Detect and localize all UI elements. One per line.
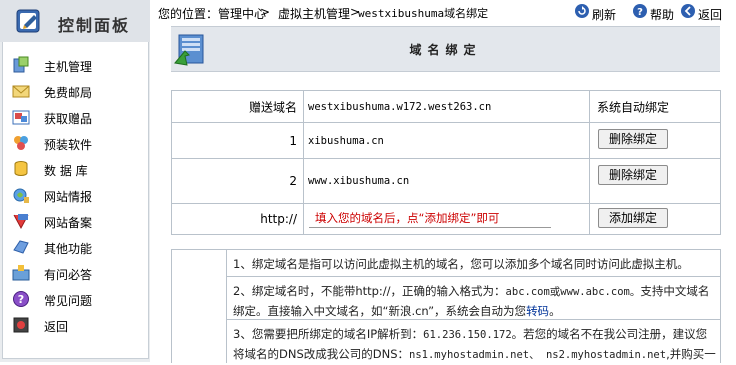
binding-table: 赠送域名 westxibushuma.w172.west263.cn 系统自动绑… xyxy=(171,90,721,235)
help-icon: ? xyxy=(633,4,647,18)
report-icon xyxy=(13,188,29,203)
delete-binding-button[interactable]: 删除绑定 xyxy=(598,129,669,149)
note-1: 1、绑定域名是指可以访问此虚拟主机的域名，您可以添加多个域名同时访问此虚拟主机。 xyxy=(227,250,720,277)
back-label: 返回 xyxy=(698,8,723,22)
gift-domain-value: westxibushuma.w172.west263.cn xyxy=(308,100,492,113)
sidebar-item-label: 网站情报 xyxy=(44,190,93,204)
http-prefix: http:// xyxy=(260,212,297,226)
sidebar-menu: 主机管理 免费邮局 获取赠品 预装软件 数 据 库 网站情报 网站备案 其他功能… xyxy=(2,42,149,359)
sidebar-item-other-functions[interactable]: 其他功能 xyxy=(3,233,148,259)
software-icon xyxy=(14,136,28,150)
refresh-icon xyxy=(575,4,589,18)
gift-domain-status: 系统自动绑定 xyxy=(597,100,670,114)
note-ip: 61.236.150.172 xyxy=(423,329,512,341)
qa-icon xyxy=(12,265,30,281)
server-icon xyxy=(13,56,29,73)
note-example: abc.com或www.abc.com。 xyxy=(505,286,641,298)
help-label: 帮助 xyxy=(650,8,675,22)
note-text: 1、绑定域名是指可以访问此虚拟主机的域名，您可以添加多个域名同时访问此虚拟主机。 xyxy=(233,257,689,271)
note-text: 3、您需要把所绑定的域名IP解析到： xyxy=(233,327,424,341)
sidebar-item-host-management[interactable]: 主机管理 xyxy=(3,51,148,77)
note-2: 2、绑定域名时，不能带http://，正确的输入格式为：abc.com或www.… xyxy=(227,278,720,320)
table-row: 赠送域名 westxibushuma.w172.west263.cn 系统自动绑… xyxy=(172,91,720,123)
sidebar-item-label: 其他功能 xyxy=(44,242,93,256)
breadcrumb-separator: > xyxy=(260,5,271,19)
svg-text:?: ? xyxy=(18,293,24,306)
bound-domain: www.xibushuma.cn xyxy=(308,175,410,187)
table-row: http:// 添加绑定 xyxy=(172,204,720,234)
gift-domain-label: 赠送域名 xyxy=(248,100,297,114)
top-bar: 您的位置：管理中心 > 虚拟主机管理 > westxibushuma域名绑定 刷… xyxy=(150,0,736,24)
back-arrow-icon xyxy=(681,4,695,18)
bound-domain: xibushuma.cn xyxy=(308,134,384,147)
database-icon xyxy=(14,161,28,176)
mail-icon xyxy=(12,85,30,98)
sidebar-item-label: 预装软件 xyxy=(44,138,93,152)
sidebar-item-preinstalled-software[interactable]: 预装软件 xyxy=(3,129,148,155)
table-row: 1 xibushuma.cn 删除绑定 xyxy=(172,123,720,159)
note-dns: ns1.myhostadmin.net、 ns2.myhostadmin.net xyxy=(409,349,667,361)
sidebar-item-label: 有问必答 xyxy=(44,268,93,282)
note-text: ,并购买一 xyxy=(666,347,716,361)
section-title: 域名绑定 xyxy=(409,43,482,57)
sidebar-item-label: 数 据 库 xyxy=(44,164,88,178)
gift-icon xyxy=(12,110,30,125)
sidebar: 控制面板 主机管理 免费邮局 获取赠品 预装软件 数 据 库 网站情报 网站备案… xyxy=(0,0,150,362)
breadcrumb-location[interactable]: 您的位置：管理中心 xyxy=(158,5,266,22)
back-icon xyxy=(13,317,29,333)
note-text: 2、绑定域名时，不能带http://，正确的输入格式为： xyxy=(233,284,506,298)
sidebar-item-site-record[interactable]: 网站备案 xyxy=(3,207,148,233)
sidebar-item-free-mail[interactable]: 免费邮局 xyxy=(3,77,148,103)
svg-text:?: ? xyxy=(637,7,643,18)
sidebar-item-label: 获取赠品 xyxy=(44,112,93,126)
row-index: 2 xyxy=(289,174,297,188)
table-row: 2 www.xibushuma.cn 删除绑定 xyxy=(172,159,720,204)
sidebar-item-site-report[interactable]: 网站情报 xyxy=(3,181,148,207)
sidebar-item-back[interactable]: 返回 xyxy=(3,311,148,337)
faq-icon: ? xyxy=(13,291,29,307)
delete-binding-button[interactable]: 删除绑定 xyxy=(598,165,669,185)
sidebar-title: 控制面板 xyxy=(58,16,131,35)
note-3: 3、您需要把所绑定的域名IP解析到：61.236.150.172。若您的域名不在… xyxy=(227,321,720,363)
add-binding-button[interactable]: 添加绑定 xyxy=(598,208,669,228)
sidebar-item-label: 返回 xyxy=(44,320,69,334)
sidebar-item-faq[interactable]: ? 常见问题 xyxy=(3,285,148,311)
new-domain-input[interactable] xyxy=(309,209,551,228)
refresh-label: 刷新 xyxy=(592,8,617,22)
sidebar-item-get-gift[interactable]: 获取赠品 xyxy=(3,103,148,129)
breadcrumb-current: westxibushuma域名绑定 xyxy=(358,7,489,20)
instructions-panel: 1、绑定域名是指可以访问此虚拟主机的域名，您可以添加多个域名同时访问此虚拟主机。… xyxy=(171,249,721,363)
section-header: 域名绑定 xyxy=(171,26,720,72)
sidebar-item-label: 主机管理 xyxy=(44,60,93,74)
breadcrumb-virtual-host[interactable]: 虚拟主机管理 xyxy=(278,5,350,22)
sidebar-item-label: 免费邮局 xyxy=(44,86,93,100)
sidebar-item-label: 常见问题 xyxy=(44,294,93,308)
record-icon xyxy=(13,214,29,230)
row-index: 1 xyxy=(289,133,297,148)
sidebar-header: 控制面板 xyxy=(0,0,150,42)
notes-gutter xyxy=(172,250,227,363)
transcode-link[interactable]: 转码 xyxy=(526,304,549,318)
sidebar-item-qa[interactable]: 有问必答 xyxy=(3,259,148,285)
other-icon xyxy=(13,240,29,254)
control-panel-icon xyxy=(15,8,47,36)
sidebar-item-database[interactable]: 数 据 库 xyxy=(3,155,148,181)
sidebar-item-label: 网站备案 xyxy=(44,216,93,230)
note-text: 。 xyxy=(549,304,561,318)
